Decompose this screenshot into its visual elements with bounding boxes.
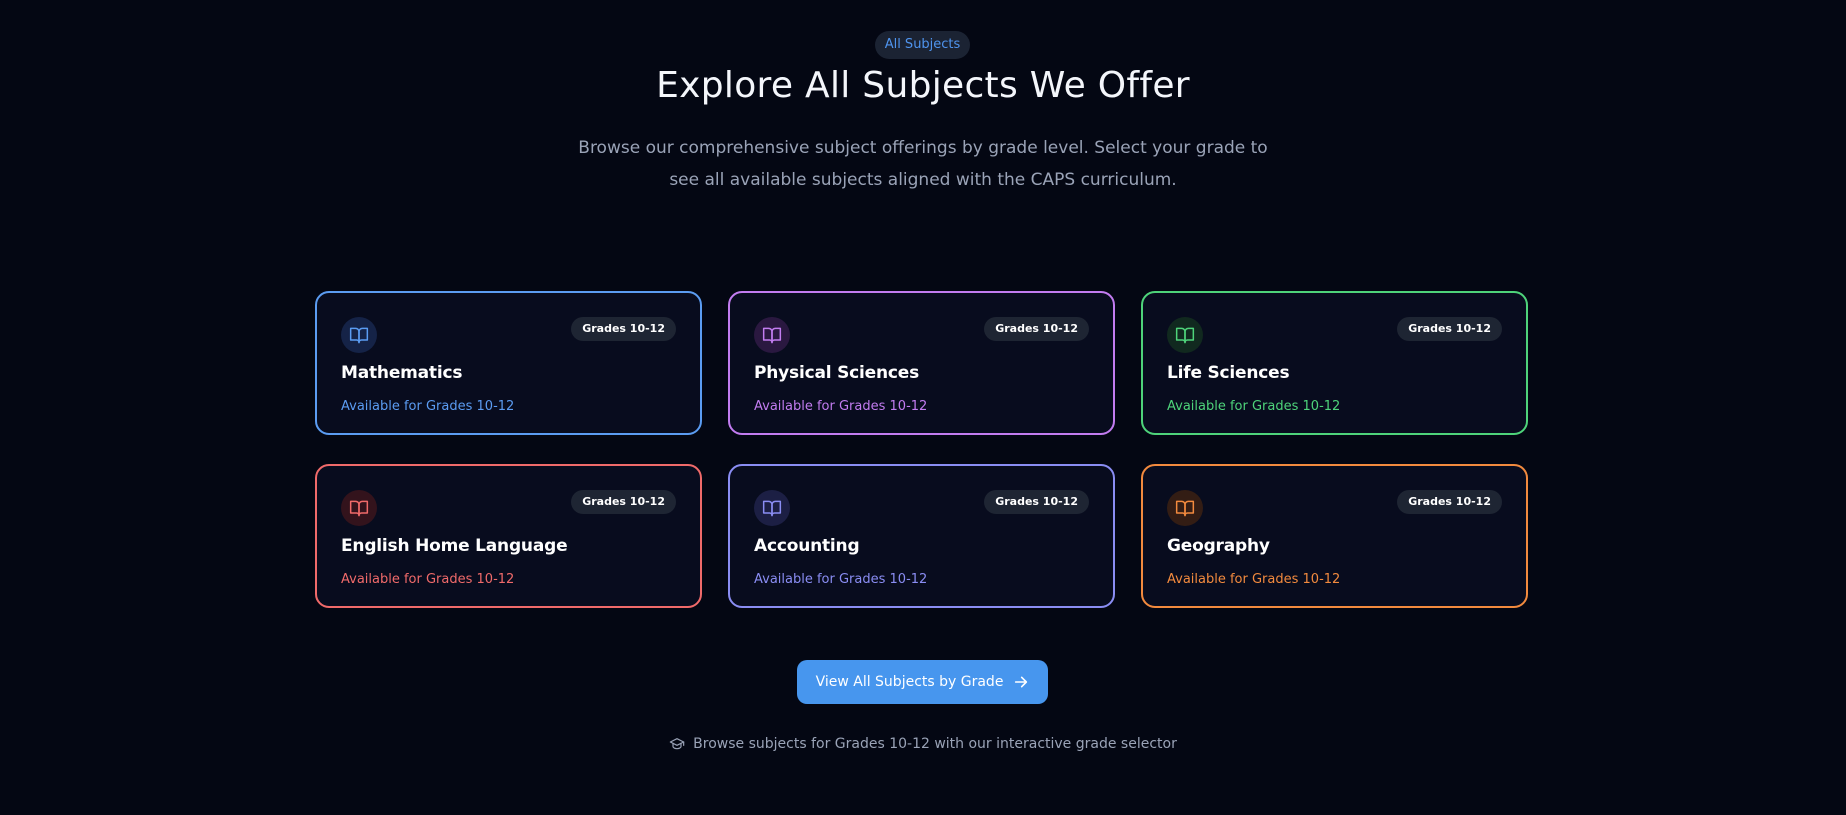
book-icon-wrap: [754, 490, 790, 526]
subject-card-life-sciences[interactable]: Grades 10-12 Life Sciences Available for…: [1141, 291, 1528, 435]
book-icon-wrap: [1167, 317, 1203, 353]
subject-availability: Available for Grades 10-12: [754, 399, 928, 414]
view-all-subjects-label: View All Subjects by Grade: [815, 674, 1004, 690]
subject-card-english-home-language[interactable]: Grades 10-12 English Home Language Avail…: [315, 464, 702, 608]
book-icon-wrap: [341, 490, 377, 526]
subject-availability: Available for Grades 10-12: [1167, 572, 1341, 587]
subject-name: Physical Sciences: [754, 363, 919, 383]
book-icon-wrap: [1167, 490, 1203, 526]
all-subjects-pill: All Subjects: [875, 31, 970, 59]
open-book-icon: [1175, 500, 1195, 517]
graduation-cap-icon: [669, 738, 685, 750]
page-title: Explore All Subjects We Offer: [656, 65, 1190, 106]
subject-availability: Available for Grades 10-12: [341, 572, 515, 587]
open-book-icon: [1175, 327, 1195, 344]
grade-badge: Grades 10-12: [1397, 317, 1502, 341]
subject-name: Mathematics: [341, 363, 463, 383]
subject-card-accounting[interactable]: Grades 10-12 Accounting Available for Gr…: [728, 464, 1115, 608]
book-icon-wrap: [754, 317, 790, 353]
subject-name: Life Sciences: [1167, 363, 1290, 383]
grade-badge: Grades 10-12: [984, 317, 1089, 341]
footnote: Browse subjects for Grades 10-12 with ou…: [0, 736, 1846, 752]
subject-availability: Available for Grades 10-12: [754, 572, 928, 587]
open-book-icon: [349, 327, 369, 344]
open-book-icon: [349, 500, 369, 517]
footnote-text: Browse subjects for Grades 10-12 with ou…: [693, 736, 1177, 752]
subject-card-mathematics[interactable]: Grades 10-12 Mathematics Available for G…: [315, 291, 702, 435]
arrow-right-icon: [1015, 676, 1028, 688]
open-book-icon: [762, 500, 782, 517]
subject-card-geography[interactable]: Grades 10-12 Geography Available for Gra…: [1141, 464, 1528, 608]
open-book-icon: [762, 327, 782, 344]
subject-availability: Available for Grades 10-12: [1167, 399, 1341, 414]
grade-badge: Grades 10-12: [571, 317, 676, 341]
grade-badge: Grades 10-12: [984, 490, 1089, 514]
grade-badge: Grades 10-12: [571, 490, 676, 514]
grade-badge: Grades 10-12: [1397, 490, 1502, 514]
subject-name: Accounting: [754, 536, 860, 556]
view-all-subjects-button[interactable]: View All Subjects by Grade: [797, 660, 1048, 704]
subject-name: Geography: [1167, 536, 1270, 556]
book-icon-wrap: [341, 317, 377, 353]
subject-name: English Home Language: [341, 536, 568, 556]
subject-availability: Available for Grades 10-12: [341, 399, 515, 414]
subjects-section: All Subjects Explore All Subjects We Off…: [0, 0, 1846, 815]
subject-card-physical-sciences[interactable]: Grades 10-12 Physical Sciences Available…: [728, 291, 1115, 435]
page-subtitle: Browse our comprehensive subject offerin…: [578, 138, 1268, 190]
